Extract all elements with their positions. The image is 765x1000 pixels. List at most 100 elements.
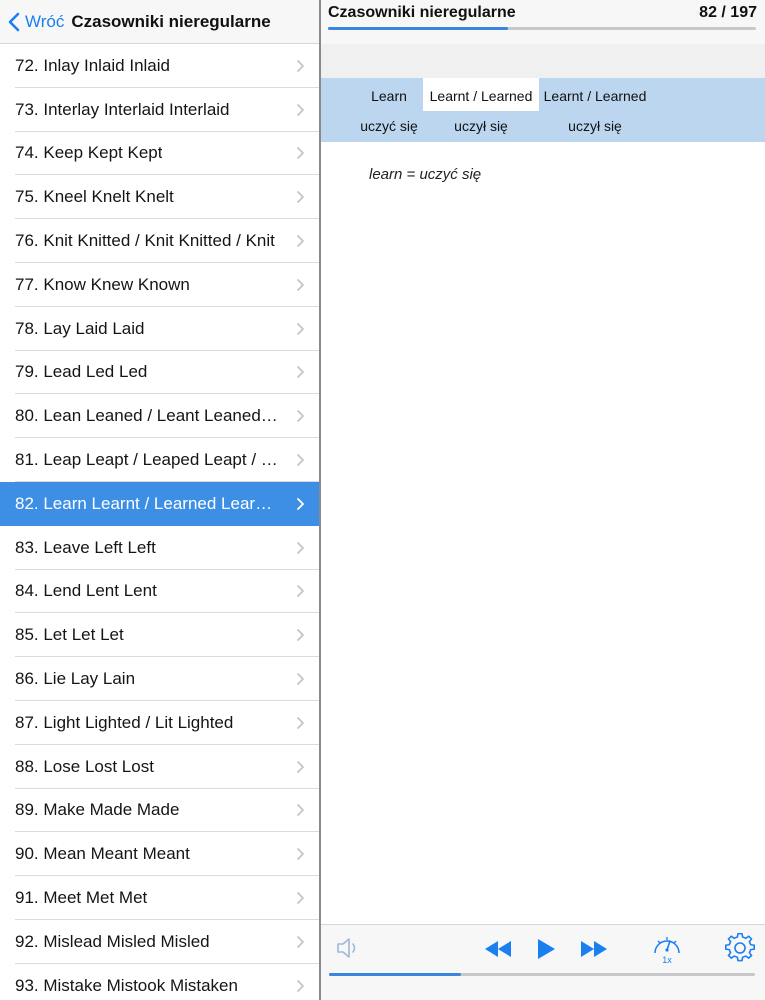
play-icon[interactable] xyxy=(535,937,557,961)
chevron-right-icon xyxy=(297,673,304,685)
chevron-right-icon xyxy=(297,59,304,72)
verb-list-item[interactable]: 73. Interlay Interlaid Interlaid xyxy=(0,88,319,132)
chevron-right-icon xyxy=(297,147,304,160)
player-toolbar: 1x xyxy=(321,924,765,1000)
verb-form-infinitive[interactable]: Learn uczyć się xyxy=(353,78,425,142)
left-panel-title: Czasowniki nieregularne xyxy=(71,11,271,31)
verb-list-item[interactable]: 81. Leap Leapt / Leaped Leapt / Leaped xyxy=(0,438,319,482)
verb-list-item-label: 87. Light Lighted / Lit Lighted xyxy=(15,712,234,732)
verb-list-item-label: 85. Let Let Let xyxy=(15,625,124,645)
gear-icon[interactable] xyxy=(725,933,755,963)
chevron-right-icon xyxy=(297,278,304,291)
chevron-right-icon xyxy=(297,191,304,204)
verb-list-item-label: 72. Inlay Inlaid Inlaid xyxy=(15,55,170,75)
form-polish: uczył się xyxy=(454,118,508,134)
verb-list-item[interactable]: 87. Light Lighted / Lit Lighted xyxy=(0,701,319,745)
verb-list-item[interactable]: 85. Let Let Let xyxy=(0,613,319,657)
definition-text: learn = uczyć się xyxy=(369,166,482,183)
speed-gauge-icon[interactable]: 1x xyxy=(651,931,683,965)
verb-list-item[interactable]: 72. Inlay Inlaid Inlaid xyxy=(0,44,319,88)
verb-list-item-label: 90. Mean Meant Meant xyxy=(15,844,190,864)
verb-list-item-label: 73. Interlay Interlaid Interlaid xyxy=(15,99,230,119)
verb-counter: 82 / 197 xyxy=(699,4,757,21)
lesson-progress-fill xyxy=(328,27,508,30)
verb-list-item[interactable]: 91. Meet Met Met xyxy=(0,876,319,920)
back-button[interactable]: Wróć xyxy=(8,12,64,32)
verb-list-item-label: 92. Mislead Misled Misled xyxy=(15,931,210,951)
definition-area: learn = uczyć się xyxy=(321,142,765,924)
chevron-right-icon xyxy=(297,410,304,423)
detail-title: Czasowniki nieregularne xyxy=(328,4,516,21)
form-polish: uczył się xyxy=(568,118,622,134)
chevron-left-icon xyxy=(8,12,20,31)
speaker-icon[interactable] xyxy=(335,935,363,961)
verb-list-item[interactable]: 84. Lend Lent Lent xyxy=(0,570,319,614)
chevron-right-icon xyxy=(297,629,304,642)
verb-list-item[interactable]: 93. Mistake Mistook Mistaken xyxy=(0,964,319,1000)
verb-list-item[interactable]: 83. Leave Left Left xyxy=(0,526,319,570)
verb-list-item-label: 82. Learn Learnt / Learned Learnt / Lear… xyxy=(15,493,279,513)
verb-list-item-label: 75. Kneel Knelt Knelt xyxy=(15,187,174,207)
right-nav-bar: Czasowniki nieregularne 82 / 197 xyxy=(321,0,765,44)
chevron-right-icon xyxy=(297,541,304,554)
form-english: Learnt / Learned xyxy=(423,78,539,111)
verb-forms-band: Learn uczyć się Learnt / Learned uczył s… xyxy=(321,78,765,142)
verb-list-item-label: 91. Meet Met Met xyxy=(15,888,148,908)
form-english: Learnt / Learned xyxy=(543,88,647,104)
verb-list-item[interactable]: 74. Keep Kept Kept xyxy=(0,132,319,176)
chevron-right-icon xyxy=(297,848,304,861)
lesson-progress-bar xyxy=(328,27,756,30)
chevron-right-icon xyxy=(297,979,304,992)
chevron-right-icon xyxy=(297,497,304,510)
chevron-right-icon xyxy=(297,366,304,379)
fast-forward-icon[interactable] xyxy=(579,939,609,959)
verb-list-item-label: 78. Lay Laid Laid xyxy=(15,318,145,338)
chevron-right-icon xyxy=(297,716,304,729)
verb-list-item-label: 89. Make Made Made xyxy=(15,800,180,820)
verb-form-past-participle[interactable]: Learnt / Learned uczył się xyxy=(539,78,651,142)
form-english: Learn xyxy=(371,88,407,104)
verb-list: 72. Inlay Inlaid Inlaid 73. Interlay Inte… xyxy=(0,44,319,1000)
chevron-right-icon xyxy=(297,585,304,598)
back-label: Wróć xyxy=(25,11,65,31)
chevron-right-icon xyxy=(297,892,304,904)
chevron-right-icon xyxy=(297,454,304,466)
verb-list-item-label: 93. Mistake Mistook Mistaken xyxy=(15,975,238,995)
playback-progress-fill xyxy=(329,973,462,976)
verb-form-past-simple[interactable]: Learnt / Learned uczył się xyxy=(423,78,539,142)
verb-list-item[interactable]: 86. Lie Lay Lain xyxy=(0,657,319,701)
verb-list-item[interactable]: 79. Lead Led Led xyxy=(0,351,319,395)
verb-list-item-label: 74. Keep Kept Kept xyxy=(15,143,163,163)
verb-list-item-label: 76. Knit Knitted / Knit Knitted / Knit xyxy=(15,231,275,251)
chevron-right-icon xyxy=(297,235,304,247)
speed-label: 1x xyxy=(662,955,672,965)
verb-list-item[interactable]: 90. Mean Meant Meant xyxy=(0,832,319,876)
verb-list-item-label: 83. Leave Left Left xyxy=(15,537,156,557)
chevron-right-icon xyxy=(297,935,304,948)
verb-detail-panel: Czasowniki nieregularne 82 / 197 Learn u… xyxy=(321,0,765,1000)
chevron-right-icon xyxy=(297,322,304,335)
form-polish: uczyć się xyxy=(360,118,418,134)
playback-progress-bar[interactable] xyxy=(329,973,755,976)
verb-list-item[interactable]: 78. Lay Laid Laid xyxy=(0,307,319,351)
verb-list-item[interactable]: 82. Learn Learnt / Learned Learnt / Lear… xyxy=(0,481,319,526)
verb-list-item-label: 81. Leap Leapt / Leaped Leapt / Leaped xyxy=(15,450,279,470)
verb-list-item-label: 88. Lose Lost Lost xyxy=(15,756,154,776)
verb-list-item[interactable]: 75. Kneel Knelt Knelt xyxy=(0,175,319,219)
verb-list-item[interactable]: 88. Lose Lost Lost xyxy=(0,745,319,789)
chevron-right-icon xyxy=(297,103,304,116)
verb-list-item-label: 84. Lend Lent Lent xyxy=(15,581,157,601)
left-nav-bar: Wróć Czasowniki nieregularne xyxy=(0,0,319,44)
verb-list-item[interactable]: 80. Lean Leaned / Leant Leaned / Leant xyxy=(0,394,319,438)
rewind-icon[interactable] xyxy=(483,939,513,959)
verb-list-item-label: 77. Know Knew Known xyxy=(15,274,190,294)
verb-list-item-label: 79. Lead Led Led xyxy=(15,362,148,382)
verb-list-item-label: 80. Lean Leaned / Leant Leaned / Leant xyxy=(15,406,279,426)
verb-list-item[interactable]: 76. Knit Knitted / Knit Knitted / Knit xyxy=(0,219,319,263)
chevron-right-icon xyxy=(297,760,304,773)
verb-list-item[interactable]: 77. Know Knew Known xyxy=(0,263,319,307)
verb-list-panel: Wróć Czasowniki nieregularne 72. Inlay I… xyxy=(0,0,319,1000)
verb-list-item-label: 86. Lie Lay Lain xyxy=(15,669,136,689)
verb-list-item[interactable]: 89. Make Made Made xyxy=(0,789,319,833)
verb-list-item[interactable]: 92. Mislead Misled Misled xyxy=(0,920,319,964)
